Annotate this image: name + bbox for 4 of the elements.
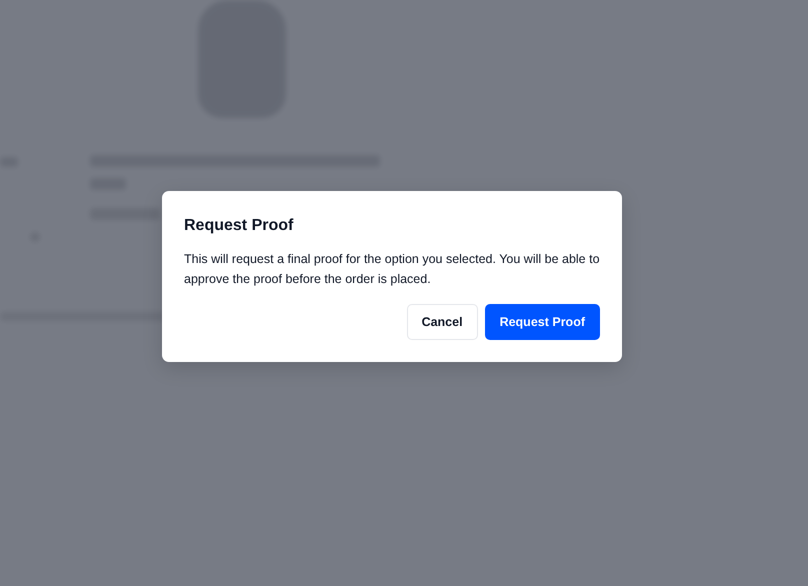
- request-proof-button[interactable]: Request Proof: [484, 304, 600, 340]
- cancel-button[interactable]: Cancel: [406, 304, 478, 340]
- dialog-message: This will request a final proof for the option you selected. You will be able to approve the proof before the order is placed.: [184, 251, 600, 288]
- dialog-title: Request Proof: [184, 217, 294, 235]
